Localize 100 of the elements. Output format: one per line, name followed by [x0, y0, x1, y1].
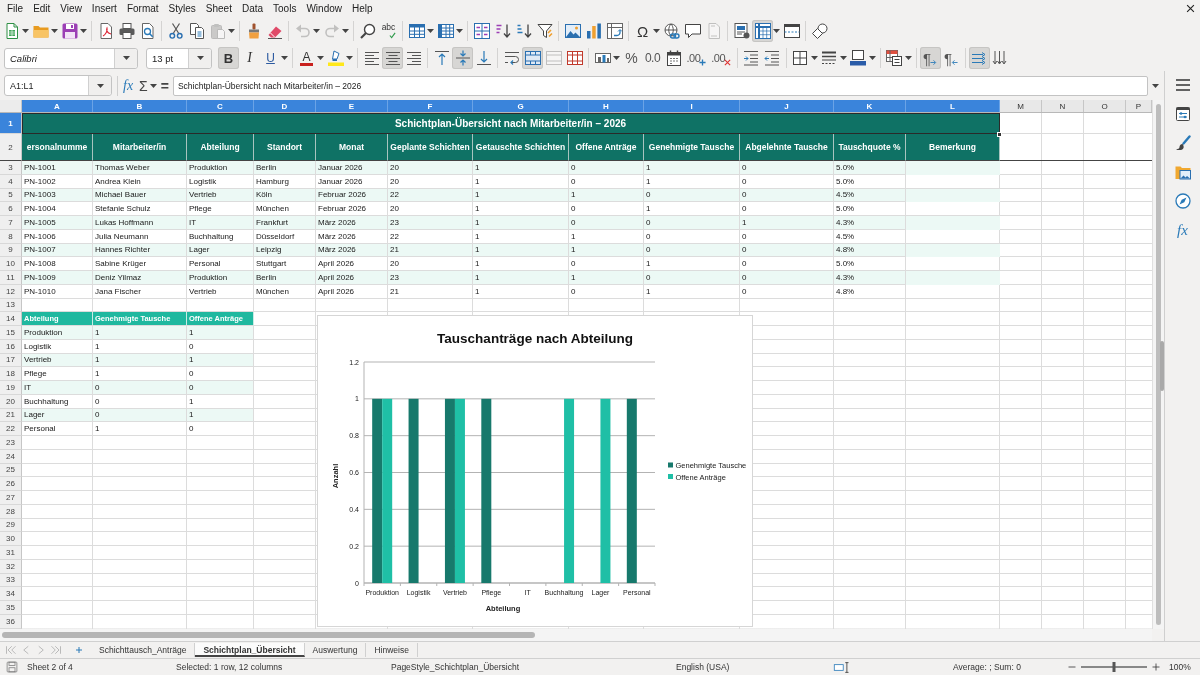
spreadsheet-document-icon[interactable]: [3, 23, 20, 39]
sidebar-handle[interactable]: [1160, 341, 1164, 391]
caret-icon[interactable]: [456, 29, 463, 33]
caret-icon[interactable]: [653, 29, 660, 33]
line-styles-icon[interactable]: [821, 50, 838, 66]
bar-chart-icon[interactable]: [585, 23, 602, 39]
shapes-icon[interactable]: [811, 23, 828, 39]
bold-button[interactable]: B: [218, 47, 239, 69]
row-header[interactable]: 10: [0, 257, 22, 271]
border-grid-icon[interactable]: [792, 50, 809, 66]
table-icon[interactable]: [437, 23, 454, 39]
special-character-button[interactable]: Ω: [632, 20, 653, 42]
sort-descending-icon[interactable]: [515, 23, 532, 39]
caret-icon[interactable]: [80, 29, 87, 33]
row-header[interactable]: 22: [0, 422, 22, 436]
caret-icon[interactable]: [228, 29, 235, 33]
scrollbar-thumb[interactable]: [2, 631, 535, 638]
copy-icon[interactable]: [188, 23, 205, 39]
row-header[interactable]: 19: [0, 381, 22, 395]
menu-item[interactable]: Styles: [163, 3, 201, 14]
caret-icon[interactable]: [342, 29, 349, 33]
document-magnifier-icon[interactable]: [139, 23, 156, 39]
column-header[interactable]: L: [906, 100, 1000, 112]
slider-thumb[interactable]: [1112, 662, 1116, 672]
percent-button[interactable]: %: [621, 47, 642, 69]
formula-input[interactable]: Schichtplan-Übersicht nach Mitarbeiter/in – 2026: [172, 75, 1148, 96]
italic-button[interactable]: I: [239, 47, 260, 69]
outdent-icon[interactable]: [764, 50, 781, 66]
menu-item[interactable]: Sheet: [200, 3, 237, 14]
sort-ascending-icon[interactable]: [494, 23, 511, 39]
scissors-icon[interactable]: [167, 23, 184, 39]
row-header[interactable]: 6: [0, 202, 22, 216]
align-middle-button[interactable]: [452, 47, 473, 69]
table-icon[interactable]: [408, 23, 425, 39]
pivot-table-icon[interactable]: [606, 23, 623, 39]
document-icon[interactable]: [97, 23, 114, 39]
row-header[interactable]: 26: [0, 477, 22, 491]
spelling-button[interactable]: abc: [378, 20, 399, 42]
caret-icon[interactable]: [313, 29, 320, 33]
caret-icon[interactable]: [281, 56, 288, 60]
add-decimal-button[interactable]: .00: [684, 47, 709, 69]
caret-icon[interactable]: [773, 29, 780, 33]
font-size-combobox[interactable]: 13 pt: [146, 47, 212, 69]
menu-item[interactable]: View: [55, 3, 87, 14]
compass-icon[interactable]: [1174, 193, 1191, 209]
delete-decimal-button[interactable]: .00: [708, 47, 734, 69]
row-header[interactable]: 30: [0, 532, 22, 546]
banknote-icon[interactable]: [594, 50, 611, 66]
font-color-button[interactable]: A: [296, 47, 317, 69]
border-color-icon[interactable]: [850, 50, 867, 66]
menu-item[interactable]: File: [2, 3, 29, 14]
menu-item[interactable]: Window: [301, 3, 347, 14]
calendar-icon[interactable]: [665, 50, 682, 66]
column-header[interactable]: F: [388, 100, 473, 112]
caret-icon[interactable]: [427, 29, 434, 33]
caret-icon[interactable]: [346, 56, 353, 60]
number-button[interactable]: 0.0: [642, 47, 663, 69]
menu-item[interactable]: Insert: [86, 3, 122, 14]
dropdown-button[interactable]: [88, 76, 111, 95]
table-icon[interactable]: [566, 50, 583, 66]
plus-icon[interactable]: [75, 646, 83, 654]
zoom-in-icon[interactable]: [1152, 663, 1160, 671]
column-header[interactable]: A: [22, 100, 93, 112]
row-header[interactable]: 23: [0, 436, 22, 450]
indent-icon[interactable]: [743, 50, 760, 66]
document-icon[interactable]: [733, 23, 750, 39]
column-header[interactable]: K: [834, 100, 906, 112]
globe-link-icon[interactable]: [663, 23, 680, 39]
caret-icon[interactable]: [317, 56, 324, 60]
caret-icon[interactable]: [22, 29, 29, 33]
highlighter-icon[interactable]: [327, 50, 344, 66]
column-header[interactable]: I: [644, 100, 740, 112]
funnel-icon[interactable]: [536, 23, 553, 39]
sum-button[interactable]: Σ: [139, 77, 148, 94]
freeze-button[interactable]: [752, 20, 773, 42]
window-icon[interactable]: [783, 23, 800, 39]
row-header[interactable]: 34: [0, 587, 22, 601]
sheet-tab[interactable]: Auswertung: [304, 643, 367, 657]
wrap-text-icon[interactable]: [503, 50, 520, 66]
merge-center-button[interactable]: [522, 47, 543, 69]
formula-button[interactable]: =: [160, 77, 169, 94]
row-header[interactable]: 31: [0, 546, 22, 560]
caret-icon[interactable]: [1152, 83, 1159, 88]
row-header[interactable]: 1: [0, 113, 22, 134]
column-header[interactable]: C: [187, 100, 254, 112]
sliders-icon[interactable]: [1174, 106, 1191, 122]
caret-icon[interactable]: [904, 56, 912, 60]
dropdown-button[interactable]: [188, 48, 211, 68]
function-wizard-button[interactable]: fx: [123, 77, 134, 94]
column-header[interactable]: D: [254, 100, 316, 112]
sheet-tab[interactable]: Schichtplan_Übersicht: [195, 643, 305, 657]
selection-handle-icon[interactable]: [997, 132, 1002, 137]
menu-item[interactable]: Edit: [28, 3, 56, 14]
close-icon[interactable]: [1186, 4, 1195, 13]
caret-icon[interactable]: [868, 56, 876, 60]
left-to-right-button[interactable]: ¶: [919, 47, 941, 69]
caret-icon[interactable]: [839, 56, 847, 60]
font-name-combobox[interactable]: Calibri: [4, 47, 138, 69]
align-center-button[interactable]: [382, 47, 403, 69]
search-icon[interactable]: [359, 23, 376, 39]
